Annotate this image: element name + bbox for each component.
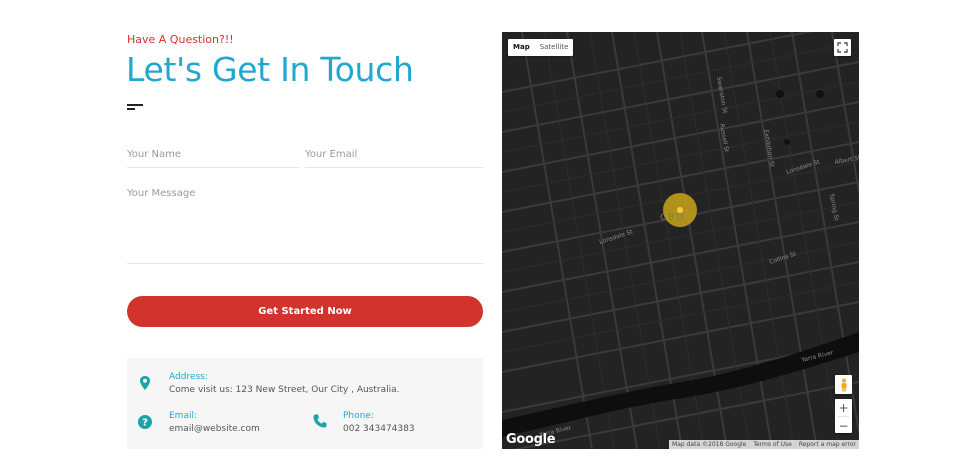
zoom-control: + − bbox=[835, 399, 852, 433]
report-map-error-link[interactable]: Report a map error bbox=[794, 440, 859, 449]
question-circle-icon: ? bbox=[138, 415, 152, 429]
map-streets: Lonsdale St Lonsdale St Collins St Russe… bbox=[502, 32, 859, 449]
name-field[interactable]: Your Name bbox=[127, 149, 181, 160]
page-title: Let's Get In Touch bbox=[126, 50, 414, 89]
email-label: Email: bbox=[169, 411, 198, 421]
map-type-map[interactable]: Map bbox=[508, 39, 535, 56]
map-place-label: CBD bbox=[660, 213, 685, 223]
email-value[interactable]: email@website.com bbox=[169, 424, 260, 434]
name-field-underline bbox=[127, 167, 299, 168]
section-subtitle: Have A Question?!! bbox=[127, 33, 234, 46]
phone-icon bbox=[313, 414, 327, 428]
contact-info-panel: Address: Come visit us: 123 New Street, … bbox=[127, 358, 483, 449]
google-logo: Google bbox=[506, 432, 556, 447]
address-label: Address: bbox=[169, 372, 208, 382]
map-pin-icon bbox=[140, 376, 150, 390]
street-view-pegman-icon bbox=[841, 378, 846, 391]
phone-label: Phone: bbox=[343, 411, 374, 421]
fullscreen-button[interactable] bbox=[834, 39, 851, 56]
get-started-button[interactable]: Get Started Now bbox=[127, 296, 483, 327]
title-divider bbox=[127, 104, 143, 112]
phone-value[interactable]: 002 343474383 bbox=[343, 424, 415, 434]
message-field[interactable]: Your Message bbox=[127, 188, 195, 199]
fullscreen-icon bbox=[837, 42, 848, 53]
svg-text:?: ? bbox=[142, 418, 148, 429]
map-widget[interactable]: Lonsdale St Lonsdale St Collins St Russe… bbox=[502, 32, 859, 449]
email-field[interactable]: Your Email bbox=[305, 149, 357, 160]
map-type-control[interactable]: Map Satellite bbox=[508, 39, 574, 56]
map-data-credit: Map data ©2018 Google bbox=[672, 441, 747, 448]
map-label: Swanston St bbox=[715, 76, 728, 115]
map-attribution: Map data ©2018 Google Terms of Use Repor… bbox=[669, 440, 859, 449]
email-field-underline bbox=[305, 167, 483, 168]
map-type-satellite[interactable]: Satellite bbox=[535, 39, 574, 56]
map-label: Exhibition St bbox=[762, 129, 776, 168]
address-value: Come visit us: 123 New Street, Our City … bbox=[169, 385, 400, 395]
street-view-button[interactable] bbox=[835, 375, 852, 394]
map-label: Lonsdale St bbox=[598, 228, 634, 246]
terms-of-use-link[interactable]: Terms of Use bbox=[749, 440, 794, 449]
zoom-in-button[interactable]: + bbox=[835, 399, 852, 416]
zoom-out-button[interactable]: − bbox=[835, 417, 852, 434]
message-field-underline bbox=[127, 263, 483, 264]
